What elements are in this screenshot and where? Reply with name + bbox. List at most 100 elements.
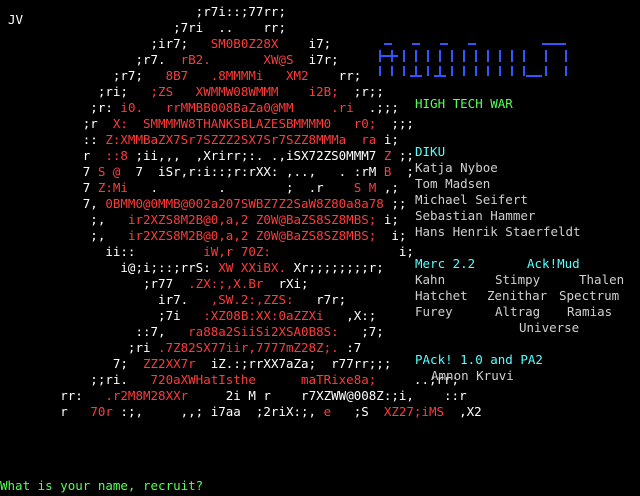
ascii-art-line: ;ri; ;ZS XWMMW08WMMM i2B; ;r;; xyxy=(0,84,384,100)
ascii-art-segment xyxy=(346,132,361,147)
ascii-art-segment: XW@S xyxy=(263,52,294,67)
ascii-art-segment: :: xyxy=(0,132,106,147)
merc-credit: Stimpy xyxy=(495,272,541,287)
ascii-art-segment: .r2M8M28XXr xyxy=(105,388,189,403)
ascii-art-segment: ;7ri .. rr; xyxy=(0,20,286,35)
diku-header: DIKU xyxy=(415,144,446,159)
ascii-art-segment: Z:XMMBaZX7Sr7SZZZ2SX7Sr7SZZ8MMMa xyxy=(105,132,347,147)
ascii-art-line: ;ri .7Z82SX77iir,7777mZ28Z;. :7 xyxy=(0,340,361,356)
ascii-art-segment xyxy=(188,68,211,83)
ascii-art-segment: SM0B0Z28X xyxy=(210,36,279,51)
ascii-art-segment: ;7i xyxy=(0,308,204,323)
ascii-art-segment xyxy=(173,84,196,99)
ascii-art-line: rr: .r2M8M28XXr 2i M r r7XZWW@008Z:;i, :… xyxy=(0,388,466,404)
ascii-art-segment: 7 xyxy=(0,180,98,195)
ascii-art-segment: ,SW.2:,ZZS: xyxy=(210,292,294,307)
ascii-art-segment: ;; xyxy=(391,148,414,163)
ascii-art-segment: 7 iSr,r:i::;r:rXX: ,.., . :rM xyxy=(120,164,384,179)
merc-credit: Spectrum xyxy=(559,288,620,303)
ascii-art-segment: 7, xyxy=(0,196,106,211)
ascii-art-line: 7, 0BMM0@0MMB@002a207SWBZ7Z2SaW8Z80a8a78… xyxy=(0,196,407,212)
ascii-art-segment: S M xyxy=(353,180,377,195)
merc-credit: Ramias xyxy=(567,304,613,319)
ascii-art-segment: ;, xyxy=(0,228,128,243)
ascii-art-segment: i; xyxy=(376,132,399,147)
ascii-art-line: ;r7. rB2. XW@S i7r; xyxy=(0,52,339,68)
ascii-art-segment: i@;i;::;rrS: xyxy=(0,260,219,275)
ascii-art-line: ;7i :XZ08B:XX:0aZZXi ,X:; xyxy=(0,308,376,324)
ascii-art-segment: rr: xyxy=(0,388,106,403)
ascii-art-segment: 7 xyxy=(0,164,98,179)
ascii-art-segment: 8B7 xyxy=(165,68,189,83)
merc-credit: Thalen xyxy=(579,272,625,287)
ascii-art-segment: .ZX:;,X.Br xyxy=(188,276,264,291)
ascii-art-segment: i0. xyxy=(120,100,143,115)
ascii-art-segment: i; xyxy=(270,244,414,259)
ascii-art-segment xyxy=(294,100,332,115)
mud-terminal-window: JV ;r7i::;77rr; ;7ri .. rr; ;ir7; SM0B0Z… xyxy=(0,0,640,496)
ascii-art-segment: :XZ08B:XX:0aZZXi xyxy=(203,308,324,323)
diku-author: Sebastian Hammer xyxy=(415,208,536,223)
ascii-art-segment: .ri xyxy=(331,100,354,115)
ascii-art-segment: ;;ri. xyxy=(0,372,151,387)
ascii-art-segment: ir7. xyxy=(0,292,211,307)
ascii-art-line: ir7. ,SW.2:,ZZS: r7r; xyxy=(0,292,346,308)
ascii-art-segment: r xyxy=(0,404,91,419)
ascii-art-segment: r7r; xyxy=(293,292,347,307)
ascii-art-segment: ;r77 xyxy=(0,276,189,291)
ascii-art-segment: 7; xyxy=(0,356,143,371)
game-logo xyxy=(376,28,572,84)
ascii-art-line: ;7ri .. rr; xyxy=(0,20,286,36)
ascii-art-segment: .8MMMMi xyxy=(210,68,264,83)
merc-credit: Zenithar xyxy=(487,288,548,303)
ascii-art-segment: XWMMW08WMMM xyxy=(195,84,279,99)
ascii-art-segment: rB2. xyxy=(180,52,211,67)
ascii-art-segment xyxy=(143,100,166,115)
ascii-art-segment: i7r; xyxy=(293,52,339,67)
ascii-art-segment: i; xyxy=(376,212,399,227)
ascii-art-line: ;r: i0. rrMMBB008BaZa0@MM .ri .;;; xyxy=(0,100,399,116)
pack-header: PAck! 1.0 and PA2 xyxy=(415,352,543,367)
ascii-art-segment: XM2 xyxy=(286,68,309,83)
ack-header: Ack!Mud xyxy=(527,256,580,271)
merc-header: Merc 2.2 xyxy=(415,256,476,271)
ascii-art-segment: e xyxy=(323,404,332,419)
ascii-art-line: ;, ir2XZS8M2B@0,a,2 Z0W@BaZS8SZ8MBS; i; xyxy=(0,212,399,228)
ascii-art-segment: ::7, xyxy=(0,324,189,339)
tagline: HIGH TECH WAR xyxy=(415,96,513,111)
ascii-art-line: 7 Z:Mi . . ; .r S M ,; xyxy=(0,180,399,196)
ascii-art-segment: 70r xyxy=(90,404,113,419)
ascii-art-segment xyxy=(211,52,264,67)
ascii-art-segment: .7Z82SX77iir,7777mZ28Z;. xyxy=(158,340,339,355)
ascii-art-segment: ;r7. xyxy=(0,52,181,67)
login-prompt[interactable]: What is your name, recruit? xyxy=(0,478,203,494)
ascii-art-segment: .;;; xyxy=(353,100,399,115)
ascii-art-segment: ir2XZS8M2B@0,a,2 Z0W@BaZS8SZ8MBS; xyxy=(127,228,377,243)
ascii-art-segment: ,X:; xyxy=(323,308,377,323)
ascii-art-segment xyxy=(263,68,286,83)
ascii-art-segment: ra88a2SiiSi2XSA0B8S: xyxy=(188,324,339,339)
ascii-art-segment: rXi; xyxy=(263,276,309,291)
pack-author: Amnon Kruvi xyxy=(431,368,514,383)
ascii-art-segment: :;, ,,; i7aa ;2riX:;, xyxy=(112,404,324,419)
merc-credit: Hatchet xyxy=(415,288,468,303)
ascii-art-segment: i; xyxy=(376,228,407,243)
ascii-art-segment: r xyxy=(0,148,106,163)
ascii-art-line: r 70r :;, ,,; i7aa ;2riX:;, e ;S XZ27;iM… xyxy=(0,404,481,420)
ascii-art-segment: Z:Mi xyxy=(97,180,128,195)
ascii-art-segment: ;ZS xyxy=(150,84,174,99)
ascii-art-segment: 0BMM0@0MMB@002a207SWBZ7Z2SaW8Z80a8a78 xyxy=(105,196,384,211)
ascii-art-line: 7; ZZ2XX7r iZ.:;rrXX7aZa; r77rr;;; xyxy=(0,356,391,372)
ascii-art-line: ;r X: SMMMMW8THANKSBLAZESBMMMM0 r0; ;;; xyxy=(0,116,414,132)
ascii-art-segment: :7 xyxy=(338,340,362,355)
ascii-art-line: ii:: iW,r 70Z: i; xyxy=(0,244,414,260)
ascii-art-segment: ;r xyxy=(0,116,113,131)
ascii-art-segment: ;r: xyxy=(0,100,121,115)
ascii-art-segment: ;ir7; xyxy=(0,36,211,51)
ascii-art-segment: XW XXiBX. xyxy=(218,260,286,275)
ascii-art-line: ;r77 .ZX:;,X.Br rXi; xyxy=(0,276,309,292)
ascii-art-segment: X: SMMMMW8THANKSBLAZESBMMMM0 xyxy=(112,116,332,131)
ascii-art-segment: ::8 xyxy=(105,148,128,163)
ascii-art-line: ;;ri. 720aXWHatIsthe maTRixe8a; ..;rr; xyxy=(0,372,459,388)
ascii-art-segment: ,; xyxy=(376,180,399,195)
